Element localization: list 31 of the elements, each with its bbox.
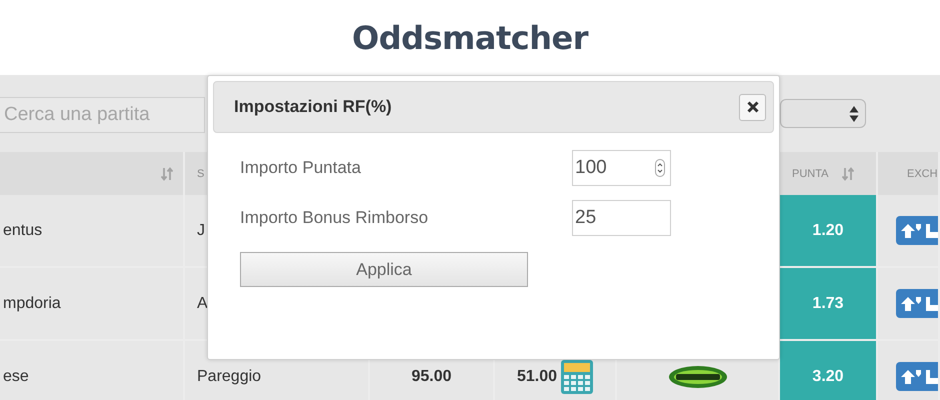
select-field[interactable] [780,99,866,128]
search-field[interactable]: Cerca una partita [0,97,205,133]
punta-cell: 1.20 [812,222,844,240]
select-arrows-icon [849,104,859,122]
exchange-button[interactable] [896,289,938,318]
input-field[interactable]: 25 [572,200,671,236]
input-field[interactable]: 100 [572,150,671,186]
field-label: Importo Bonus Rimborso [240,208,430,228]
field-label: Importo Puntata [240,158,362,178]
close-icon [746,101,758,113]
outcome-cell: A [197,294,208,312]
calculator-icon[interactable] [561,360,594,394]
team-cell: mpdoria [3,294,61,312]
dialog-title: Impostazioni RF(%) [234,97,392,117]
column-header[interactable]: EXCH [907,168,938,180]
odds-cell: 51.00 [516,368,558,386]
team-cell: entus [3,222,42,240]
punta-cell: 1.73 [812,294,844,312]
team-cell: ese [3,368,29,386]
exchange-button[interactable] [896,362,938,391]
apply-button[interactable]: Applica [240,252,528,287]
column-header[interactable]: PUNTA [792,168,828,180]
exchange-button[interactable] [896,216,938,245]
outcome-cell: J [197,222,205,240]
page-title: Oddsmatcher [352,18,588,56]
close-button[interactable] [739,94,766,120]
spinner-icon [655,159,665,177]
outcome-cell: Pareggio [197,368,262,386]
column-header[interactable]: S [197,168,204,180]
odds-cell: 95.00 [411,368,452,386]
punta-cell: 3.20 [812,368,844,386]
